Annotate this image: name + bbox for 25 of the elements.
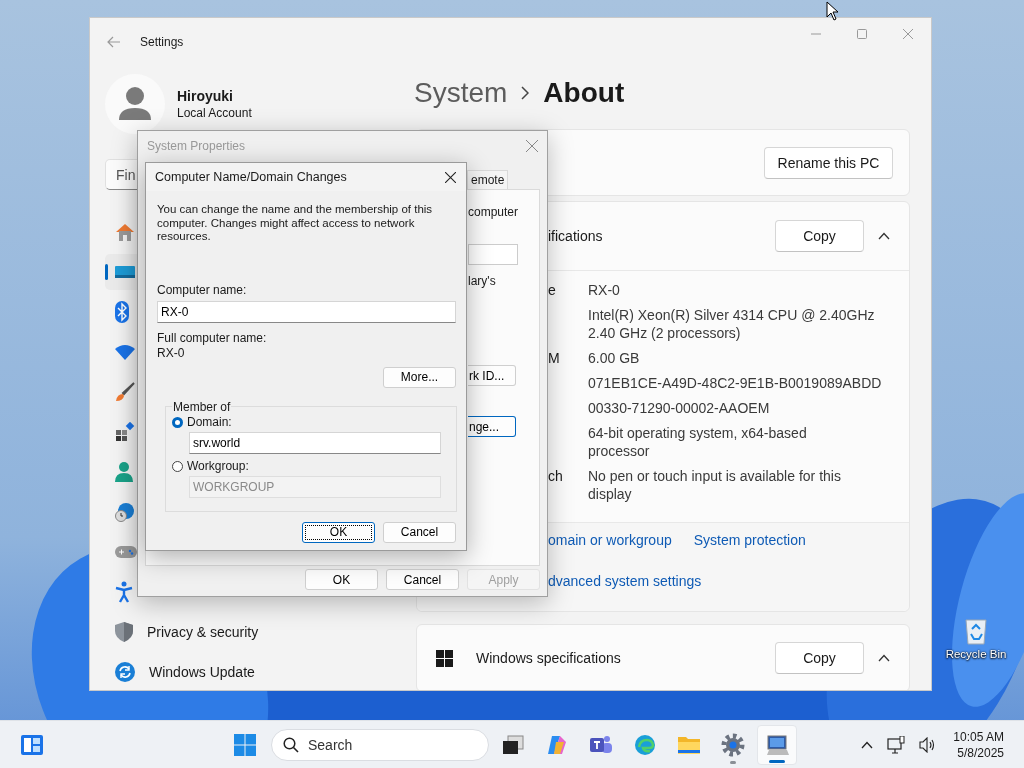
full-computer-name: RX-0 xyxy=(157,345,185,361)
spec-label: ch xyxy=(548,468,563,484)
spec-label: M xyxy=(548,350,560,366)
page-title: About xyxy=(543,77,625,109)
section-title: ifications xyxy=(548,228,604,244)
window-title: Settings xyxy=(140,35,184,49)
spec-value: 071EB1CE-A49D-48C2-9E1B-B0019089ABDD xyxy=(588,374,882,392)
spec-value: Intel(R) Xeon(R) Silver 4314 CPU @ 2.40GHz 2.40 GHz (2 processors) xyxy=(588,306,875,342)
spec-value: 64-bit operating system, x64-based processor xyxy=(588,424,807,460)
note-text: lary's xyxy=(468,274,496,288)
dialog-title: Computer Name/Domain Changes xyxy=(155,170,347,184)
spec-value: No pen or touch input is available for this display xyxy=(588,467,841,503)
spec-label: e xyxy=(548,282,556,298)
user-name: Hiroyuki xyxy=(177,88,234,104)
field-label: Computer name: xyxy=(157,282,247,298)
spec-value: 00330-71290-00002-AAOEM xyxy=(588,399,770,417)
spec-value: RX-0 xyxy=(588,281,620,299)
group-legend: Member of xyxy=(172,399,232,414)
field-label: Full computer name: xyxy=(157,330,267,346)
section-title: Windows specifications xyxy=(476,650,622,666)
spec-value: 6.00 GB xyxy=(588,349,640,367)
description-text: computer xyxy=(468,205,519,219)
description-text: You can change the name and the membership of this computer. Changes might affect access to network resources. xyxy=(157,203,434,244)
window-title: System Properties xyxy=(147,139,246,153)
account-type: Local Account xyxy=(177,106,252,120)
